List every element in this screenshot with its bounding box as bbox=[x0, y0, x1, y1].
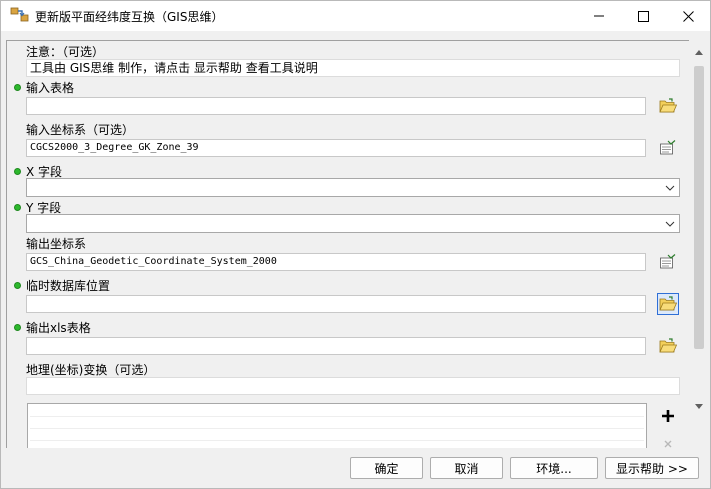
list-row-divider bbox=[30, 440, 644, 441]
output-crs-field[interactable]: GCS_China_Geodetic_Coordinate_System_200… bbox=[26, 253, 646, 271]
cancel-button[interactable]: 取消 bbox=[430, 457, 503, 479]
scrollbar-thumb[interactable] bbox=[694, 66, 704, 349]
param-label-output-crs: 输出坐标系 bbox=[26, 237, 87, 251]
browse-input-table-button[interactable] bbox=[657, 95, 679, 117]
close-icon bbox=[682, 10, 694, 22]
param-label-temp-gdb: 临时数据库位置 bbox=[26, 279, 111, 293]
x-field-dropdown[interactable] bbox=[26, 178, 680, 197]
spatial-reference-icon bbox=[660, 140, 676, 155]
input-crs-field[interactable]: CGCS2000_3_Degree_GK_Zone_39 bbox=[26, 139, 646, 157]
required-dot bbox=[14, 168, 21, 175]
required-dot bbox=[14, 282, 21, 289]
y-field-dropdown[interactable] bbox=[26, 214, 680, 233]
list-row-divider bbox=[30, 428, 644, 429]
close-icon bbox=[664, 440, 672, 448]
output-xls-field[interactable] bbox=[26, 337, 646, 355]
dialog-button-bar: 确定 取消 环境... 显示帮助 >> bbox=[2, 448, 709, 488]
required-dot bbox=[14, 84, 21, 91]
param-label-input-table: 输入表格 bbox=[26, 81, 75, 95]
vertical-scrollbar[interactable] bbox=[691, 43, 707, 448]
maximize-button[interactable] bbox=[620, 1, 666, 31]
tool-dialog-window: 更新版平面经纬度互换（GIS思维） 注意：（可选） 工具由 GIS思维 制作，请… bbox=[0, 0, 711, 489]
parameters-area: 注意：（可选） 工具由 GIS思维 制作，请点击 显示帮助 查看工具说明 输入表… bbox=[2, 31, 709, 448]
window-title: 更新版平面经纬度互换（GIS思维） bbox=[35, 10, 224, 24]
minimize-button[interactable] bbox=[576, 1, 622, 31]
list-row-divider bbox=[30, 416, 644, 417]
input-table-field[interactable] bbox=[26, 97, 646, 115]
scroll-down-arrow-icon[interactable] bbox=[694, 403, 704, 411]
add-transform-button[interactable] bbox=[657, 405, 679, 427]
plus-icon bbox=[662, 410, 674, 422]
param-label-output-xls: 输出xls表格 bbox=[26, 321, 91, 335]
open-folder-icon bbox=[659, 98, 677, 113]
output-crs-properties-button[interactable] bbox=[657, 251, 679, 273]
open-folder-icon bbox=[659, 338, 677, 353]
parameters-panel: 注意：（可选） 工具由 GIS思维 制作，请点击 显示帮助 查看工具说明 输入表… bbox=[6, 40, 689, 448]
browse-temp-gdb-button[interactable] bbox=[657, 293, 679, 315]
title-bar: 更新版平面经纬度互换（GIS思维） bbox=[1, 1, 710, 31]
remove-transform-button[interactable] bbox=[657, 433, 679, 448]
maximize-icon bbox=[637, 10, 649, 22]
geo-transform-field[interactable] bbox=[26, 377, 680, 395]
chevron-down-icon bbox=[665, 185, 675, 191]
note-label: 注意：（可选） bbox=[26, 45, 105, 59]
chevron-down-icon bbox=[665, 221, 675, 227]
toolbox-script-icon bbox=[10, 7, 29, 22]
environments-button[interactable]: 环境... bbox=[510, 457, 598, 479]
spatial-reference-icon bbox=[660, 254, 676, 269]
required-dot bbox=[14, 204, 21, 211]
minimize-icon bbox=[594, 15, 604, 17]
param-label-geo-transform: 地理(坐标)变换（可选） bbox=[26, 363, 156, 377]
temp-gdb-field[interactable] bbox=[26, 295, 646, 313]
close-button[interactable] bbox=[665, 1, 711, 31]
required-dot bbox=[14, 324, 21, 331]
browse-output-xls-button[interactable] bbox=[657, 335, 679, 357]
show-help-button[interactable]: 显示帮助 >> bbox=[605, 457, 699, 479]
param-label-input-crs: 输入坐标系（可选） bbox=[26, 123, 135, 137]
input-crs-properties-button[interactable] bbox=[657, 137, 679, 159]
open-folder-icon bbox=[659, 296, 677, 311]
geo-transform-list[interactable] bbox=[27, 403, 647, 448]
note-text: 工具由 GIS思维 制作，请点击 显示帮助 查看工具说明 bbox=[26, 59, 680, 77]
scroll-up-arrow-icon[interactable] bbox=[694, 48, 704, 56]
ok-button[interactable]: 确定 bbox=[350, 457, 423, 479]
